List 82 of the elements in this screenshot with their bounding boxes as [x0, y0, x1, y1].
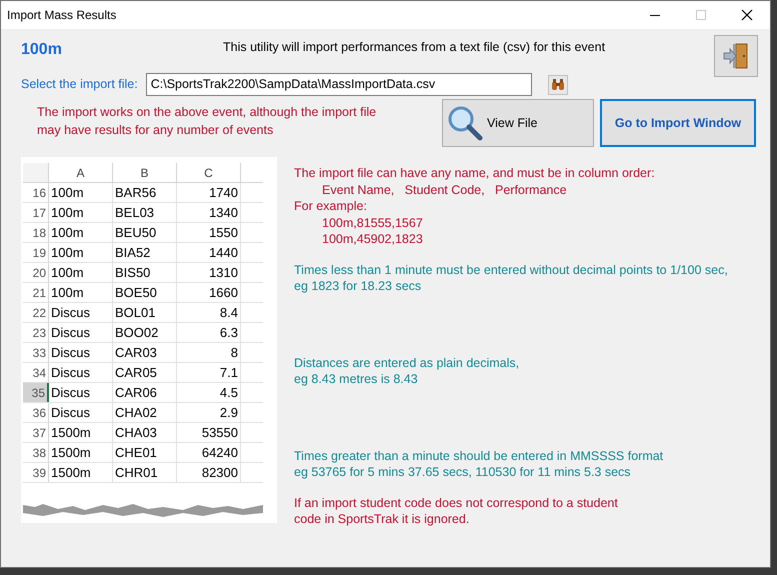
table-cell: 64240 [177, 443, 241, 462]
table-cell: 100m [49, 183, 113, 202]
browse-button[interactable] [548, 74, 568, 94]
table-cell: 100m [49, 223, 113, 242]
table-cell: BOO02 [113, 323, 177, 342]
row-number: 33 [23, 343, 49, 362]
table-cell: BEU50 [113, 223, 177, 242]
note-text: The import file can have any name, and must be in column order: Event Name, Student Code, Performance [294, 165, 656, 198]
table-cell: CAR06 [113, 383, 177, 402]
row-number: 21 [23, 283, 49, 302]
table-cell: 1440 [177, 243, 241, 262]
column-header: C [177, 163, 241, 182]
table-cell: CAR03 [113, 343, 177, 362]
table-cell: BEL03 [113, 203, 177, 222]
table-cell: BOL01 [113, 303, 177, 322]
table-cell: 6.3 [177, 323, 241, 342]
table-cell: BAR56 [113, 183, 177, 202]
table-cell: CHA02 [113, 403, 177, 422]
row-number: 19 [23, 243, 49, 262]
file-path-field[interactable]: C:\SportsTrak2200\SampData\MassImportData.csv [146, 73, 532, 96]
note-text: Times less than 1 minute must be entered without decimal points to 1/100 sec, eg 1823 for 18.23 secs [294, 262, 729, 294]
row-number: 18 [23, 223, 49, 242]
table-cell: 100m [49, 243, 113, 262]
table-cell: Discus [49, 323, 113, 342]
event-name: 100m [21, 40, 63, 60]
window-title: Import Mass Results [7, 7, 118, 24]
column-header: B [113, 163, 177, 182]
table-cell: Discus [49, 363, 113, 382]
table-cell: Discus [49, 403, 113, 422]
note-text: For example: 100m,81555,1567 100m,45902,1823 [294, 198, 424, 248]
table-cell: 8 [177, 343, 241, 362]
table-cell: BIS50 [113, 263, 177, 282]
table-cell: 8.4 [177, 303, 241, 322]
table-cell: 1310 [177, 263, 241, 282]
row-number: 37 [23, 423, 49, 442]
row-number: 23 [23, 323, 49, 342]
table-cell: 1550 [177, 223, 241, 242]
magnifier-icon [447, 105, 483, 141]
table-cell: 100m [49, 283, 113, 302]
warning-text: The import works on the above event, although the import file may have results for any number of events [37, 104, 378, 139]
exit-button[interactable] [714, 35, 758, 77]
view-file-button[interactable]: View File [442, 99, 594, 147]
table-cell: 82300 [177, 463, 241, 482]
column-header: A [49, 163, 113, 182]
row-number: 34 [23, 363, 49, 382]
table-cell: 7.1 [177, 363, 241, 382]
table-cell: BOE50 [113, 283, 177, 302]
row-number: 39 [23, 463, 49, 482]
table-cell: 100m [49, 263, 113, 282]
row-number: 38 [23, 443, 49, 462]
note-text: Distances are entered as plain decimals, eg 8.43 metres is 8.43 [294, 354, 520, 388]
table-cell: 100m [49, 203, 113, 222]
table-cell: 4.5 [177, 383, 241, 402]
row-number: 17 [23, 203, 49, 222]
table-cell: 1340 [177, 203, 241, 222]
table-cell: 53550 [177, 423, 241, 442]
table-cell: 1500m [49, 443, 113, 462]
intro-text: This utility will import performances from a text file (csv) for this event [223, 39, 606, 56]
import-window-button[interactable]: Go to Import Window [600, 99, 756, 147]
row-number: 35 [23, 383, 49, 402]
table-cell: BIA52 [113, 243, 177, 262]
table-cell: 2.9 [177, 403, 241, 422]
table-cell: Discus [49, 383, 113, 402]
binoculars-icon [550, 78, 565, 90]
table-cell: CHE01 [113, 443, 177, 462]
table-cell: Discus [49, 343, 113, 362]
table-cell: 1740 [177, 183, 241, 202]
row-number: 20 [23, 263, 49, 282]
table-cell: 1500m [49, 463, 113, 482]
row-number: 16 [23, 183, 49, 202]
note-text: If an import student code does not correspond to a student code in SportsTrak it is ignored. [294, 494, 619, 528]
row-number: 36 [23, 403, 49, 422]
table-cell: CHA03 [113, 423, 177, 442]
note-text: Times greater than a minute should be entered in MMSSSS format eg 53765 for 5 mins 37.65 secs, 110530 for 11 mins 5.3 secs [294, 448, 664, 480]
table-cell: 1660 [177, 283, 241, 302]
table-cell: Discus [49, 303, 113, 322]
file-label: Select the import file: [21, 76, 138, 94]
close-icon [741, 9, 753, 21]
table-cell: CAR05 [113, 363, 177, 382]
row-number: 22 [23, 303, 49, 322]
table-cell: 1500m [49, 423, 113, 442]
table-cell: CHR01 [113, 463, 177, 482]
